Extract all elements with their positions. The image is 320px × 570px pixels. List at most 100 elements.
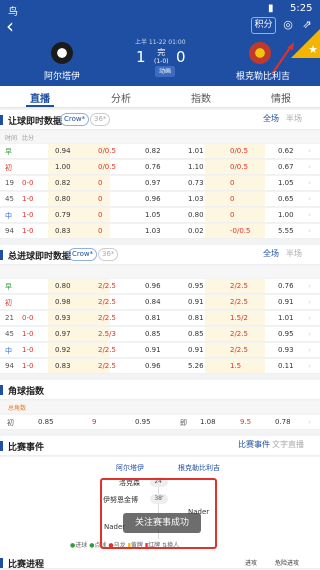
section-marker [0,441,3,451]
chevron-right-icon[interactable]: › [308,362,311,370]
odds-cell: 5.26 [188,362,204,370]
odds-cell: 1.00 [55,163,71,171]
row-time: 21 [5,314,14,322]
odds-cell: 0.85 [145,330,161,338]
odds-row[interactable]: 94 1-0 0.83 2/2.5 0.96 5.26 1.5 0.11 › [0,359,320,374]
chevron-right-icon[interactable]: › [308,282,311,290]
tab-intel[interactable]: 情报 [271,90,291,105]
odds-cell: 0.62 [278,147,294,155]
back-icon[interactable]: ‹ [6,16,14,36]
odds-row[interactable]: 21 0-0 0.93 2/2.5 0.81 0.81 1.5/2 1.01 › [0,311,320,326]
row-time: 中 [5,212,12,220]
odds-row[interactable]: 19 0-0 0.82 0 0.97 0.73 0 1.05 › [0,176,320,191]
odds-cell: 0.67 [278,163,294,171]
full-time-toggle[interactable]: 全场 [263,248,279,259]
section-marker [0,250,3,260]
row-time: 早 [5,148,12,156]
chevron-right-icon[interactable]: › [308,163,311,171]
chevron-right-icon[interactable]: › [308,195,311,203]
process-title: 比赛进程 [8,560,45,570]
section-marker [0,385,3,395]
tab-analysis[interactable]: 分析 [111,90,131,105]
match-time: 上半 11-22 01:00 [135,39,186,46]
odds-row[interactable]: 中 1-0 0.92 2/2.5 0.91 0.91 2/2.5 0.93 › [0,343,320,358]
legend-attack: 进攻 [245,560,258,567]
full-time-toggle[interactable]: 全场 [263,113,279,124]
line-cell: 2/2.5 [98,346,116,354]
crow-selector[interactable]: Crow* [60,113,90,126]
chevron-right-icon[interactable]: › [308,330,311,338]
away-team-name[interactable]: 根克勒比利吉 [236,69,290,82]
tab-text-live[interactable]: 文字直播 [272,439,304,450]
line-cell: -0/0.5 [230,227,251,235]
odds-cell: 0.93 [278,346,294,354]
odds-cell: 0.93 [55,314,71,322]
follow-success-toast: 关注赛事成功 [123,513,201,533]
row-score: 1-0 [22,211,34,219]
highlight-cell-bg [205,192,265,206]
odds-row[interactable]: 45 1-0 0.97 2.5/3 0.85 0.85 2/2.5 0.95 › [0,327,320,342]
tab-live[interactable]: 直播 [30,90,50,105]
odds-cell: 0.96 [145,282,161,290]
chevron-right-icon[interactable]: › [308,227,311,235]
totals-title: 总进球即时数据 [8,252,72,262]
handicap-subheader: 时间 比分 [0,131,320,143]
odds-row[interactable]: 初 1.00 0/0.5 0.76 1.10 0/0.5 0.67 › [0,160,320,175]
home-team-crest[interactable] [51,42,73,64]
animation-button[interactable]: 动画 [155,66,175,77]
chevron-right-icon[interactable]: › [308,211,311,219]
odds-row[interactable]: 45 1-0 0.80 0 0.96 1.03 0 0.65 › [0,192,320,207]
chevron-right-icon[interactable]: › [308,147,311,155]
chevron-right-icon[interactable]: › [308,346,311,354]
odds-cell: 0.80 [188,211,204,219]
line-cell: 2/2.5 [230,282,248,290]
line-cell: 0/0.5 [230,163,248,171]
line-cell: 0 [98,211,103,219]
line-cell: 2/2.5 [230,330,248,338]
odds-row[interactable]: 初 0.98 2/2.5 0.84 0.91 2/2.5 0.91 › [0,295,320,310]
alt-selector[interactable]: 36* [90,113,111,126]
odds-cell: 0.85 [188,330,204,338]
events-home-team: 阿尔塔伊 [116,464,144,472]
half-time-toggle[interactable]: 半场 [286,248,302,259]
target-icon[interactable]: ◎ [281,18,295,32]
line-cell: 2/2.5 [230,298,248,306]
chevron-right-icon[interactable]: › [308,298,311,306]
line-cell: 1.5 [230,362,242,370]
odds-cell: 0.91 [188,298,204,306]
odds-row[interactable]: 早 0.94 0/0.5 0.82 1.01 0/0.5 0.62 › [0,144,320,159]
crow-selector[interactable]: Crow* [68,248,98,261]
share-icon[interactable]: ⇗ [300,18,314,32]
odds-cell: 0.79 [55,211,71,219]
odds-row[interactable]: 中 1-0 0.79 0 1.05 0.80 0 1.00 › [0,208,320,223]
tab-odds[interactable]: 指数 [191,90,211,105]
away-team-crest[interactable] [249,42,271,64]
home-team-name[interactable]: 阿尔塔伊 [44,69,80,82]
odds-cell: 0.97 [145,179,161,187]
row-time: 45 [5,330,14,338]
points-button[interactable]: 积分 [251,17,276,34]
odds-row[interactable]: 早 0.80 2/2.5 0.96 0.95 2/2.5 0.76 › [0,279,320,294]
odds-row[interactable]: 94 1-0 0.83 0 1.03 0.02 -0/0.5 5.55 › [0,224,320,239]
odds-cell: 0.96 [145,362,161,370]
chevron-right-icon[interactable]: › [308,179,311,187]
row-score: 1-0 [22,346,34,354]
row-score: 0-0 [22,179,34,187]
row-score: 1-0 [22,227,34,235]
chevron-right-icon[interactable]: › [308,314,311,322]
odds-cell: 0.83 [55,227,71,235]
odds-cell: 0.91 [188,346,204,354]
legend-goal: 进球 [75,542,88,549]
col-time: 时间 [5,135,18,142]
row-score: 1-0 [22,330,34,338]
row-score: 0-0 [22,314,34,322]
odds-cell: 1.10 [188,163,204,171]
odds-cell: 0.85 [38,418,54,426]
row-score: 1-0 [22,362,34,370]
tab-events[interactable]: 比赛事件 [238,439,270,450]
half-time-toggle[interactable]: 半场 [286,113,302,124]
odds-cell: 1.05 [278,179,294,187]
alt-selector[interactable]: 36* [98,248,119,261]
chevron-right-icon[interactable]: › [308,418,311,426]
odds-cell: 0.81 [188,314,204,322]
